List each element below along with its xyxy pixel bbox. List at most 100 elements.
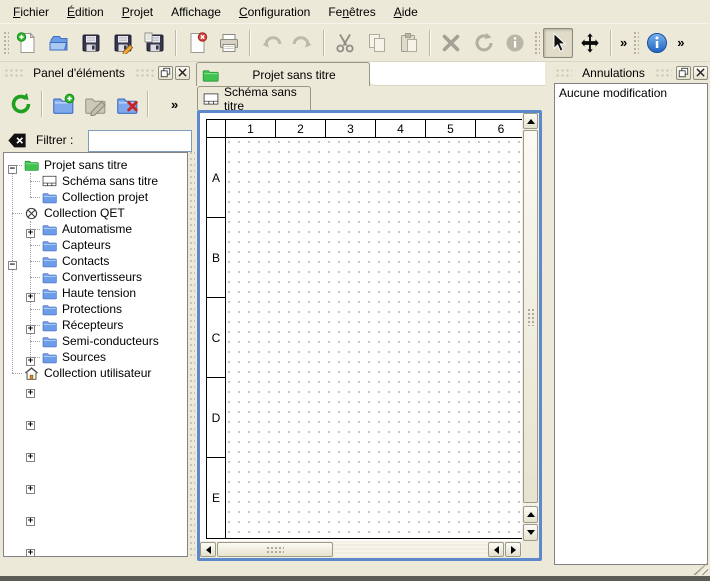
delete-category-button[interactable] <box>112 89 142 119</box>
redo-button[interactable] <box>288 28 318 58</box>
delete-button[interactable] <box>436 28 466 58</box>
expand-toggle[interactable]: + <box>26 485 35 494</box>
rotate-button[interactable] <box>468 28 498 58</box>
scroll-up-button-2[interactable] <box>523 506 538 523</box>
left-arrow-icon <box>206 546 211 554</box>
save-button[interactable] <box>76 28 106 58</box>
copy-button[interactable] <box>362 28 392 58</box>
panel-splitter[interactable] <box>189 150 195 558</box>
expand-toggle[interactable]: + <box>26 517 35 526</box>
tree-item-capteurs[interactable]: +Capteurs <box>4 237 187 253</box>
toolbar-drag-handle[interactable] <box>632 30 639 56</box>
float-panel-button[interactable] <box>158 66 173 80</box>
expand-toggle[interactable]: + <box>26 421 35 430</box>
scroll-right-button[interactable] <box>505 542 521 557</box>
filter-label: Filtrer : <box>36 133 73 147</box>
column-header-3: 3 <box>326 120 376 138</box>
scroll-left-button[interactable] <box>200 542 216 557</box>
qelectrotech-window: FichierÉditionProjetAffichageConfigurati… <box>0 0 710 581</box>
tree-item-label: Sources <box>62 350 106 364</box>
info-button[interactable] <box>500 28 530 58</box>
scroll-up-button[interactable] <box>523 113 538 129</box>
float-panel-button[interactable] <box>676 66 691 80</box>
expand-toggle[interactable]: + <box>26 453 35 462</box>
menu-affichage[interactable]: Affichage <box>162 2 230 22</box>
clear-filter-icon[interactable] <box>6 130 28 150</box>
schema-tab[interactable]: Schéma sans titre <box>197 86 311 110</box>
menu-configuration[interactable]: Configuration <box>230 2 319 22</box>
select-mode-button[interactable] <box>543 28 573 58</box>
tree-item-collection-qet[interactable]: −Collection QET <box>4 205 187 221</box>
vertical-scrollbar[interactable] <box>522 113 539 541</box>
save-all-button[interactable] <box>140 28 170 58</box>
folder-blue-icon <box>42 222 57 237</box>
panel-toolbar-overflow-chevron[interactable]: » <box>167 97 181 112</box>
menu-fentres[interactable]: Fenêtres <box>319 2 384 22</box>
tree-item-label: Capteurs <box>62 238 111 252</box>
reload-collections-button[interactable] <box>6 89 36 119</box>
undo-button[interactable] <box>256 28 286 58</box>
toolbar-separator <box>610 30 612 56</box>
scroll-left-button-2[interactable] <box>488 542 504 557</box>
tree-item-projet-sans-titre[interactable]: −Projet sans titre <box>4 157 187 173</box>
about-qet-button[interactable] <box>642 28 672 58</box>
pan-mode-button[interactable] <box>575 28 605 58</box>
folder-blue-icon <box>42 254 57 269</box>
tree-item-label: Automatisme <box>62 222 132 236</box>
undo-history-item[interactable]: Aucune modification <box>555 84 707 102</box>
open-file-button[interactable] <box>44 28 74 58</box>
save-as-button[interactable] <box>108 28 138 58</box>
tree-item-sch-ma-sans-titre[interactable]: Schéma sans titre <box>4 173 187 189</box>
tree-item-protections[interactable]: +Protections <box>4 301 187 317</box>
expand-toggle[interactable]: + <box>26 549 35 557</box>
main-toolbar: » » <box>0 24 710 62</box>
menu-fichier[interactable]: Fichier <box>4 2 58 22</box>
close-file-button[interactable] <box>182 28 212 58</box>
row-header-C: C <box>207 298 226 378</box>
menu-aide[interactable]: Aide <box>385 2 427 22</box>
project-tab-label: Projet sans titre <box>219 68 369 82</box>
tree-item-convertisseurs[interactable]: +Convertisseurs <box>4 269 187 285</box>
cut-button[interactable] <box>330 28 360 58</box>
tree-item-automatisme[interactable]: +Automatisme <box>4 221 187 237</box>
toolbar-drag-handle[interactable] <box>2 30 9 56</box>
rotate-icon <box>472 32 494 54</box>
column-header-5: 5 <box>426 120 476 138</box>
expand-toggle[interactable]: + <box>26 389 35 398</box>
tree-item-sources[interactable]: +Sources <box>4 349 187 365</box>
diagram-canvas[interactable]: 123456ABCDE <box>200 113 522 541</box>
window-bottom-edge <box>0 576 710 581</box>
toolbar-overflow-chevron[interactable]: » <box>673 35 687 50</box>
tree-item-collection-utilisateur[interactable]: Collection utilisateur <box>4 365 187 381</box>
tree-item-label: Projet sans titre <box>44 158 127 172</box>
tree-item-haute-tension[interactable]: +Haute tension <box>4 285 187 301</box>
thumb-grip <box>266 546 284 554</box>
print-button[interactable] <box>214 28 244 58</box>
tree-item-r-cepteurs[interactable]: +Récepteurs <box>4 317 187 333</box>
horizontal-scrollbar[interactable] <box>200 541 522 558</box>
scroll-down-button[interactable] <box>523 524 538 541</box>
menu-projet[interactable]: Projet <box>113 2 162 22</box>
filter-input[interactable] <box>88 130 192 152</box>
toolbar-drag-handle[interactable] <box>533 30 540 56</box>
diagram-view[interactable]: 123456ABCDE <box>197 110 542 561</box>
new-file-button[interactable] <box>12 28 42 58</box>
tree-item-semi-conducteurs[interactable]: +Semi-conducteurs <box>4 333 187 349</box>
menu-dition[interactable]: Édition <box>58 2 113 22</box>
project-tab[interactable]: Projet sans titre <box>196 62 370 86</box>
undo-history-list[interactable]: Aucune modification <box>554 83 708 565</box>
tree-item-label: Schéma sans titre <box>62 174 158 188</box>
tree-item-contacts[interactable]: +Contacts <box>4 253 187 269</box>
row-header-E: E <box>207 458 226 538</box>
paste-button[interactable] <box>394 28 424 58</box>
close-panel-button[interactable] <box>175 66 190 80</box>
column-header-6: 6 <box>476 120 522 138</box>
vertical-scroll-thumb[interactable] <box>523 130 538 503</box>
toolbar-separator <box>323 30 325 56</box>
edit-category-button[interactable] <box>80 89 110 119</box>
horizontal-scroll-thumb[interactable] <box>217 542 333 557</box>
close-panel-button[interactable] <box>693 66 708 80</box>
tree-item-collection-projet[interactable]: +Collection projet <box>4 189 187 205</box>
new-category-button[interactable] <box>48 89 78 119</box>
toolbar-overflow-chevron[interactable]: » <box>616 35 630 50</box>
